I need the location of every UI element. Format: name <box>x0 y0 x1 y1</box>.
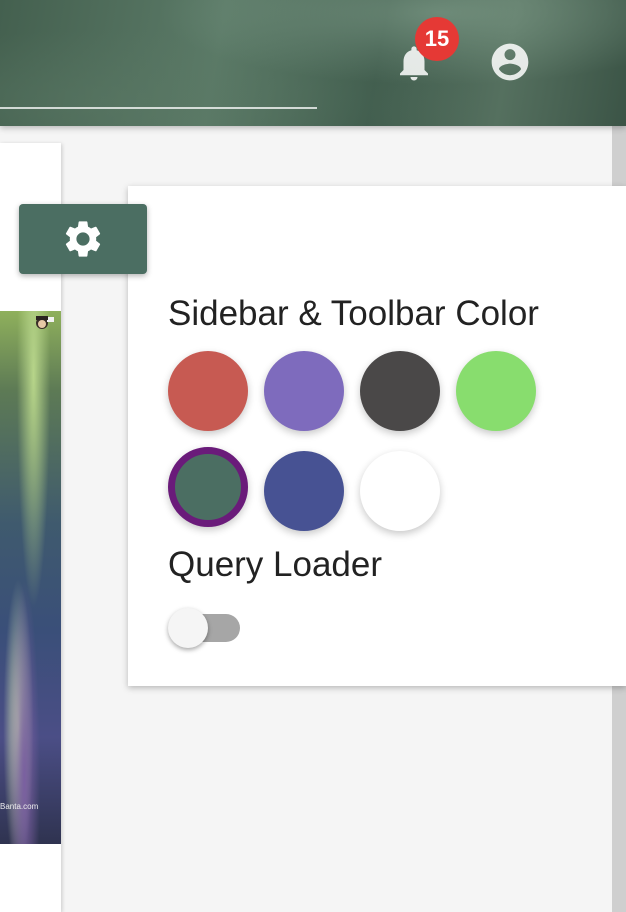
settings-panel: Sidebar & Toolbar Color Query Loader <box>128 186 626 686</box>
account-circle-icon[interactable] <box>488 40 532 84</box>
query-loader-toggle[interactable] <box>168 608 242 648</box>
color-swatch-dark-gray[interactable] <box>360 351 440 431</box>
color-swatch-red[interactable] <box>168 351 248 431</box>
notification-badge: 15 <box>415 17 459 61</box>
color-swatch-white[interactable] <box>360 451 440 531</box>
avatar-icon <box>36 316 54 329</box>
query-loader-title: Query Loader <box>168 545 383 584</box>
color-swatch-green[interactable] <box>456 351 536 431</box>
image-watermark: Banta.com <box>0 802 39 811</box>
card-image: Banta.com <box>0 311 61 844</box>
color-section-title: Sidebar & Toolbar Color <box>168 294 539 333</box>
color-swatch-indigo[interactable] <box>264 451 344 531</box>
color-swatch-teal-green[interactable] <box>168 447 248 527</box>
settings-toggle-button[interactable] <box>19 204 147 274</box>
toggle-knob <box>168 608 208 648</box>
search-input-underline[interactable] <box>0 107 317 109</box>
top-toolbar: 15 <box>0 0 626 126</box>
gear-icon <box>65 221 101 257</box>
color-swatch-purple[interactable] <box>264 351 344 431</box>
